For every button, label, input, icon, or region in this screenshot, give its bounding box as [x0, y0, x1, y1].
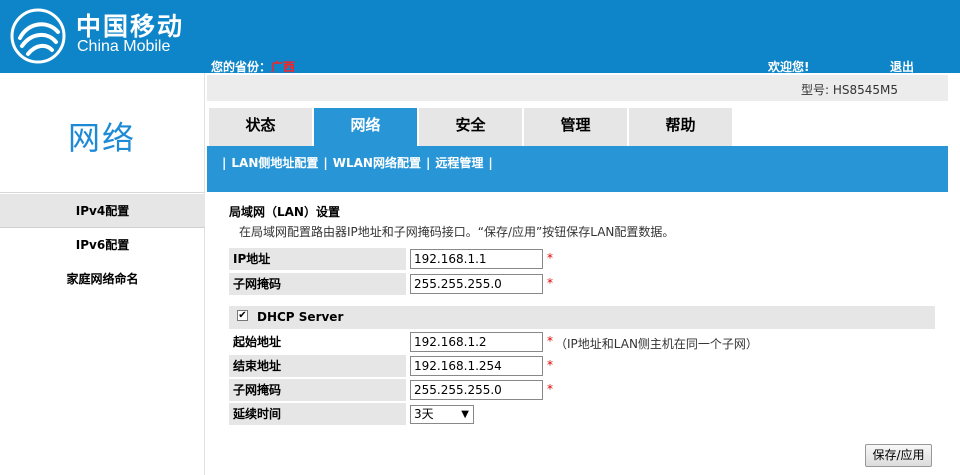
lease-time-value: 3天: [414, 407, 434, 421]
subnet-mask-label: 子网掩码: [229, 273, 406, 295]
sidebar-item-home-network-name[interactable]: 家庭网络命名: [0, 262, 205, 296]
sidebar-item-ipv4[interactable]: IPv4配置: [0, 194, 205, 228]
subnet-mask-input[interactable]: [410, 274, 543, 294]
province-label: 您的省份：广西: [211, 58, 295, 75]
brand-name-en: China Mobile: [77, 38, 171, 55]
mask-required-mark: *: [547, 276, 553, 290]
end-address-input[interactable]: [410, 356, 543, 376]
lan-section-title: 局域网（LAN）设置: [229, 205, 340, 219]
dhcp-server-checkbox[interactable]: ✔: [237, 310, 248, 321]
top-header: 中国移动 China Mobile 您的省份：广西 欢迎您! 退出: [0, 0, 960, 75]
tab-security[interactable]: 安全: [419, 108, 522, 146]
logout-link[interactable]: 退出: [890, 58, 914, 75]
dhcp-subnet-mask-label: 子网掩码: [229, 379, 406, 401]
sidebar-title-box: 网络: [0, 73, 205, 193]
start-address-input[interactable]: [410, 332, 543, 352]
lease-time-label: 延续时间: [229, 403, 406, 425]
tab-status[interactable]: 状态: [209, 108, 312, 146]
dropdown-arrow-icon: ▼: [461, 409, 469, 420]
sidebar-menu: IPv4配置 IPv6配置 家庭网络命名: [0, 194, 205, 296]
sub-navigation: | LAN侧地址配置 | WLAN网络配置 | 远程管理 |: [207, 146, 948, 192]
lease-time-select[interactable]: 3天 ▼: [410, 405, 474, 424]
sidebar-item-ipv6[interactable]: IPv6配置: [0, 228, 205, 262]
ip-address-label: IP地址: [229, 248, 406, 270]
welcome-text: 欢迎您!: [768, 60, 810, 74]
save-apply-button[interactable]: 保存/应用: [865, 444, 932, 467]
tab-network[interactable]: 网络: [314, 108, 417, 146]
china-mobile-logo-icon: [10, 8, 66, 64]
tab-management[interactable]: 管理: [524, 108, 627, 146]
lan-section-description: 在局域网配置路由器IP地址和子网掩码接口。“保存/应用”按钮保存LAN配置数据。: [239, 225, 675, 239]
tab-help[interactable]: 帮助: [629, 108, 732, 146]
subnav-wlan-config[interactable]: WLAN网络配置: [333, 156, 421, 170]
dhcp-server-label: DHCP Server: [257, 310, 344, 324]
province-value: 广西: [271, 60, 296, 74]
subnav-remote-management[interactable]: 远程管理: [435, 156, 483, 170]
dhcp-server-bar: ✔ DHCP Server: [229, 306, 935, 329]
sidebar-title: 网络: [68, 119, 137, 157]
start-address-hint: （IP地址和LAN侧主机在同一个子网）: [555, 337, 758, 351]
start-address-label: 起始地址: [229, 331, 406, 353]
end-required-mark: *: [547, 358, 553, 372]
ip-required-mark: *: [547, 251, 553, 265]
model-bar: 型号: HS8545M5: [207, 75, 948, 101]
end-address-label: 结束地址: [229, 355, 406, 377]
dhcp-subnet-mask-input[interactable]: [410, 380, 543, 400]
subnav-lan-config[interactable]: LAN侧地址配置: [231, 156, 318, 170]
start-required-mark: *: [547, 334, 553, 348]
province-caption: 您的省份：: [211, 60, 272, 74]
ip-address-input[interactable]: [410, 249, 543, 269]
model-text: 型号: HS8545M5: [801, 83, 899, 97]
dhcp-mask-required-mark: *: [547, 382, 553, 396]
